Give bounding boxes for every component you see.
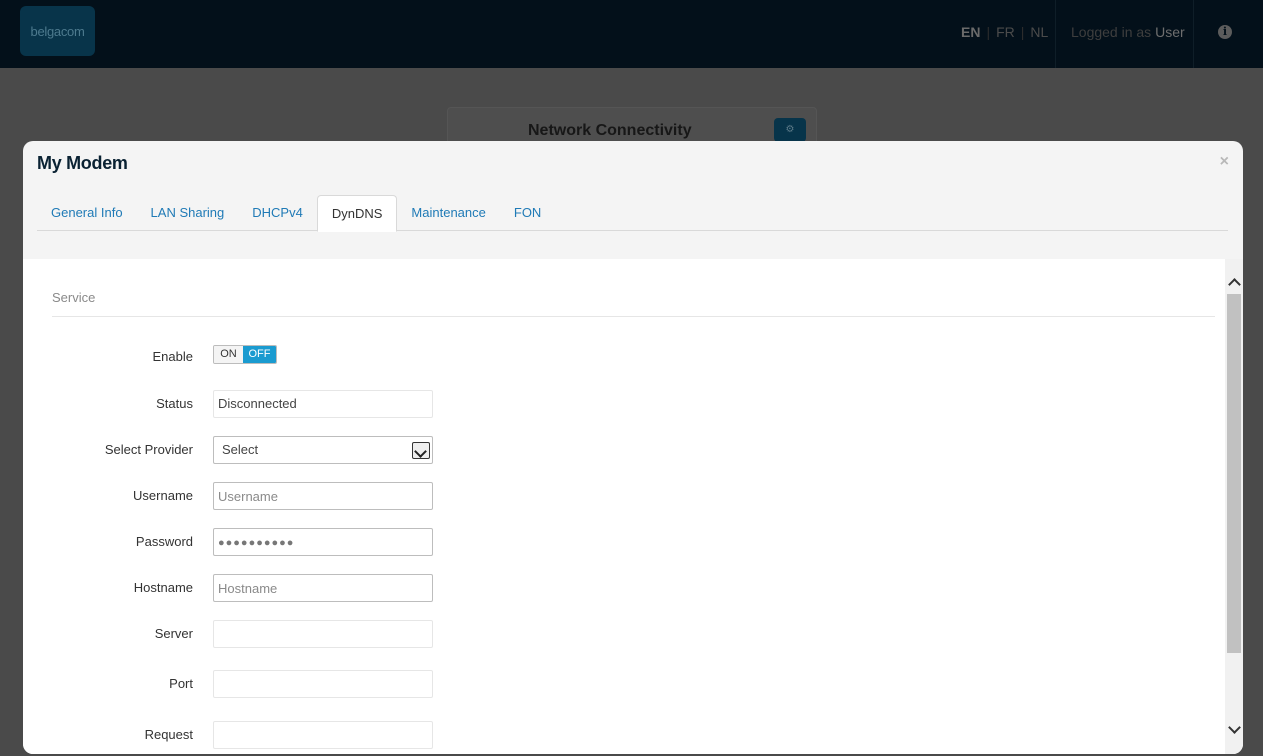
- username-input[interactable]: [213, 482, 433, 510]
- scroll-up-arrow-icon[interactable]: [1225, 273, 1243, 291]
- request-label: Request: [144, 727, 193, 742]
- belgacom-logo[interactable]: belgacom: [20, 6, 95, 56]
- form-row-hostname: Hostname: [23, 574, 1223, 602]
- provider-label: Select Provider: [104, 442, 193, 457]
- logged-in-status: Logged in as User: [1071, 24, 1185, 40]
- tab-fon[interactable]: FON: [500, 195, 555, 231]
- lang-separator: |: [1020, 24, 1025, 40]
- info-icon[interactable]: i: [1218, 25, 1232, 39]
- toggle-off-label[interactable]: OFF: [243, 346, 276, 363]
- form-row-status: Status Disconnected: [23, 390, 1223, 418]
- close-icon[interactable]: ×: [1220, 153, 1229, 171]
- toggle-on-label[interactable]: ON: [214, 346, 243, 363]
- modal-title: My Modem: [37, 153, 128, 173]
- scroll-down-arrow-icon[interactable]: [1225, 721, 1243, 739]
- form-row-request: Request: [23, 721, 1223, 749]
- section-title: Service: [52, 290, 96, 305]
- form-row-password: Password ●●●●●●●●●●: [23, 528, 1223, 556]
- password-label: Password: [135, 534, 193, 549]
- server-label: Server: [154, 626, 193, 641]
- username-label: Username: [133, 488, 193, 503]
- my-modem-dialog: My Modem × General Info LAN Sharing DHCP…: [23, 141, 1243, 754]
- status-field: Disconnected: [213, 390, 433, 418]
- content-scrollbar[interactable]: [1225, 259, 1243, 754]
- language-switcher: EN | FR | NL: [961, 24, 1048, 40]
- hostname-label: Hostname: [133, 580, 193, 595]
- enable-label: Enable: [152, 349, 193, 364]
- password-input[interactable]: ●●●●●●●●●●: [213, 528, 433, 556]
- tab-maintenance[interactable]: Maintenance: [397, 195, 499, 231]
- section-divider: [52, 316, 1215, 317]
- provider-select[interactable]: Select: [213, 436, 433, 464]
- form-row-port: Port: [23, 670, 1223, 698]
- port-field: [213, 670, 433, 698]
- card-title: Network Connectivity: [528, 122, 692, 139]
- card-settings-button[interactable]: ⚙: [774, 118, 806, 142]
- chevron-down-icon[interactable]: [412, 442, 430, 459]
- header-divider: [1193, 0, 1194, 68]
- scroll-thumb[interactable]: [1227, 294, 1241, 653]
- dyndns-content-panel: Service Enable ON OFF Status Disconnecte…: [23, 259, 1243, 754]
- provider-selected-value: Select: [222, 442, 259, 457]
- lang-nl-link[interactable]: NL: [1030, 24, 1048, 40]
- form-row-server: Server: [23, 620, 1223, 648]
- server-field: [213, 620, 433, 648]
- top-header: belgacom EN | FR | NL Logged in as User …: [0, 0, 1263, 68]
- hostname-input[interactable]: [213, 574, 433, 602]
- tab-lan-sharing[interactable]: LAN Sharing: [137, 195, 239, 231]
- tab-dhcpv4[interactable]: DHCPv4: [238, 195, 317, 231]
- header-divider: [1055, 0, 1056, 68]
- lang-fr-link[interactable]: FR: [996, 24, 1015, 40]
- form-row-provider: Select Provider Select: [23, 436, 1223, 464]
- enable-toggle[interactable]: ON OFF: [213, 345, 277, 364]
- password-masked-value: ●●●●●●●●●●: [218, 537, 295, 549]
- form-row-enable: Enable ON OFF: [23, 343, 1223, 371]
- tab-bar: General Info LAN Sharing DHCPv4 DynDNS M…: [37, 195, 1228, 232]
- lang-en-link[interactable]: EN: [961, 24, 980, 40]
- request-field: [213, 721, 433, 749]
- logged-in-user[interactable]: User: [1155, 24, 1185, 40]
- tab-dyndns[interactable]: DynDNS: [316, 195, 398, 232]
- form-row-username: Username: [23, 482, 1223, 510]
- status-label: Status: [156, 396, 193, 411]
- logged-in-prefix: Logged in as: [1071, 24, 1152, 40]
- lang-separator: |: [986, 24, 991, 40]
- tab-general-info[interactable]: General Info: [37, 195, 137, 231]
- port-label: Port: [169, 676, 193, 691]
